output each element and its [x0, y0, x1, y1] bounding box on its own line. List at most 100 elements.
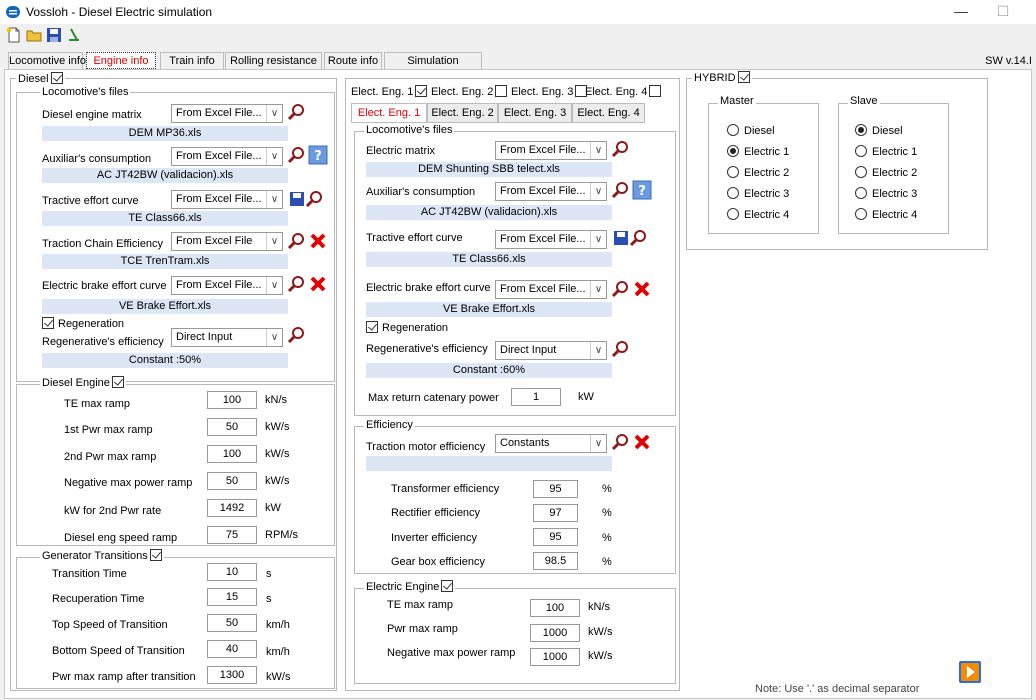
master-option-electric-2[interactable]: Electric 2: [727, 166, 789, 179]
diesel-regeneration[interactable]: Regeneration: [42, 317, 124, 330]
subtab-elect-eng-3[interactable]: Elect. Eng. 3: [498, 103, 572, 123]
bottom-speed-input[interactable]: 40: [207, 640, 257, 658]
minimize-button[interactable]: —: [946, 2, 976, 22]
delete-icon[interactable]: [308, 274, 328, 294]
speed-ramp-input[interactable]: 75: [207, 526, 257, 544]
elect-eng-4-checkbox[interactable]: [649, 85, 662, 97]
master-radio-electric-1[interactable]: [727, 145, 739, 157]
elec-neg-max-power-input[interactable]: 1000: [530, 648, 580, 666]
generator-checkbox[interactable]: [149, 549, 162, 561]
diesel-tce-select[interactable]: From Excel File ∨: [171, 232, 283, 251]
master-option-diesel[interactable]: Diesel: [727, 124, 775, 137]
slave-option-electric-3[interactable]: Electric 3: [855, 187, 917, 200]
top-speed-input[interactable]: 50: [207, 614, 257, 632]
master-radio-electric-3[interactable]: [727, 187, 739, 199]
electric-brake-select[interactable]: From Excel File... ∨: [495, 280, 607, 299]
master-option-electric-1[interactable]: Electric 1: [727, 145, 789, 158]
catenary-power-input[interactable]: 1: [511, 388, 561, 406]
slave-option-electric-1[interactable]: Electric 1: [855, 145, 917, 158]
save-icon[interactable]: [287, 189, 307, 209]
run-icon[interactable]: [66, 27, 82, 43]
slave-radio-electric-1[interactable]: [855, 145, 867, 157]
slave-radio-electric-3[interactable]: [855, 187, 867, 199]
open-folder-icon[interactable]: [26, 27, 42, 43]
search-icon[interactable]: [287, 325, 307, 345]
elec-te-max-ramp-input[interactable]: 100: [530, 599, 580, 617]
diesel-engine-checkbox[interactable]: [111, 376, 124, 388]
electric-te-select[interactable]: From Excel File... ∨: [495, 230, 607, 249]
tab-rolling-resistance[interactable]: Rolling resistance: [225, 52, 322, 69]
master-radio-diesel[interactable]: [727, 124, 739, 136]
hybrid-checkbox[interactable]: [737, 71, 750, 83]
elect-eng-2-checkbox[interactable]: [495, 85, 508, 97]
help-icon[interactable]: ?: [632, 180, 652, 200]
elect-eng-1-check[interactable]: Elect. Eng. 1: [351, 85, 428, 98]
diesel-brake-select[interactable]: From Excel File... ∨: [171, 276, 283, 295]
tab-locomotive-info[interactable]: Locomotive info: [8, 52, 86, 69]
diesel-regen-select[interactable]: Direct Input ∨: [171, 328, 283, 347]
slave-option-electric-4[interactable]: Electric 4: [855, 208, 917, 221]
tab-train-info[interactable]: Train info: [160, 52, 224, 69]
neg-max-power-input[interactable]: 50: [207, 472, 257, 490]
subtab-elect-eng-4[interactable]: Elect. Eng. 4: [572, 103, 645, 123]
elect-eng-1-checkbox[interactable]: [415, 85, 428, 97]
master-radio-electric-4[interactable]: [727, 208, 739, 220]
subtab-elect-eng-2[interactable]: Elect. Eng. 2: [427, 103, 498, 123]
play-icon[interactable]: [958, 660, 982, 684]
pwr-after-transition-input[interactable]: 1300: [207, 666, 257, 684]
search-icon[interactable]: [611, 432, 631, 452]
inverter-eff-input[interactable]: 95: [533, 528, 578, 546]
rectifier-eff-input[interactable]: 97: [533, 504, 578, 522]
search-icon[interactable]: [287, 231, 307, 251]
tab-route-info[interactable]: Route info: [324, 52, 382, 69]
diesel-te-select[interactable]: From Excel File... ∨: [171, 190, 283, 209]
search-icon[interactable]: [629, 228, 649, 248]
diesel-regeneration-checkbox[interactable]: [42, 317, 54, 329]
delete-icon[interactable]: [632, 432, 652, 452]
maximize-button[interactable]: ☐: [988, 2, 1018, 22]
elect-eng-4-check[interactable]: Elect. Eng. 4: [585, 85, 662, 98]
traction-eff-select[interactable]: Constants ∨: [495, 434, 607, 453]
pwr2-max-ramp-input[interactable]: 100: [207, 445, 257, 463]
recuperation-time-input[interactable]: 15: [207, 588, 257, 606]
slave-option-diesel[interactable]: Diesel: [855, 124, 903, 137]
te-max-ramp-input[interactable]: 100: [207, 391, 257, 409]
diesel-matrix-select[interactable]: From Excel File... ∨: [171, 104, 283, 123]
diesel-aux-select[interactable]: From Excel File... ∨: [171, 147, 283, 166]
search-icon[interactable]: [611, 180, 631, 200]
elec-pwr-max-ramp-input[interactable]: 1000: [530, 624, 580, 642]
help-icon[interactable]: ?: [308, 145, 328, 165]
search-icon[interactable]: [611, 339, 631, 359]
tab-engine-info[interactable]: Engine info: [86, 52, 156, 69]
electric-aux-select[interactable]: From Excel File... ∨: [495, 182, 607, 201]
slave-radio-electric-2[interactable]: [855, 166, 867, 178]
search-icon[interactable]: [287, 102, 307, 122]
delete-icon[interactable]: [308, 231, 328, 251]
search-icon[interactable]: [305, 189, 325, 209]
electric-regeneration[interactable]: Regeneration: [366, 321, 448, 334]
gearbox-eff-input[interactable]: 98.5: [533, 552, 578, 570]
master-option-electric-4[interactable]: Electric 4: [727, 208, 789, 221]
search-icon[interactable]: [611, 139, 631, 159]
master-radio-electric-2[interactable]: [727, 166, 739, 178]
kw-2nd-rate-input[interactable]: 1492: [207, 499, 257, 517]
electric-matrix-select[interactable]: From Excel File... ∨: [495, 141, 607, 160]
master-option-electric-3[interactable]: Electric 3: [727, 187, 789, 200]
new-file-icon[interactable]: [6, 27, 22, 43]
electric-engine-checkbox[interactable]: [441, 580, 454, 592]
elect-eng-2-check[interactable]: Elect. Eng. 2: [431, 85, 508, 98]
search-icon[interactable]: [611, 279, 631, 299]
slave-radio-diesel[interactable]: [855, 124, 867, 136]
delete-icon[interactable]: [632, 279, 652, 299]
diesel-checkbox[interactable]: [50, 72, 63, 84]
electric-regeneration-checkbox[interactable]: [366, 321, 378, 333]
transformer-eff-input[interactable]: 95: [533, 480, 578, 498]
elect-eng-3-check[interactable]: Elect. Eng. 3: [511, 85, 588, 98]
slave-option-electric-2[interactable]: Electric 2: [855, 166, 917, 179]
slave-radio-electric-4[interactable]: [855, 208, 867, 220]
pwr1-max-ramp-input[interactable]: 50: [207, 418, 257, 436]
tab-simulation[interactable]: Simulation: [384, 52, 482, 69]
transition-time-input[interactable]: 10: [207, 563, 257, 581]
save-icon[interactable]: [46, 27, 62, 43]
subtab-elect-eng-1[interactable]: Elect. Eng. 1: [351, 103, 427, 123]
